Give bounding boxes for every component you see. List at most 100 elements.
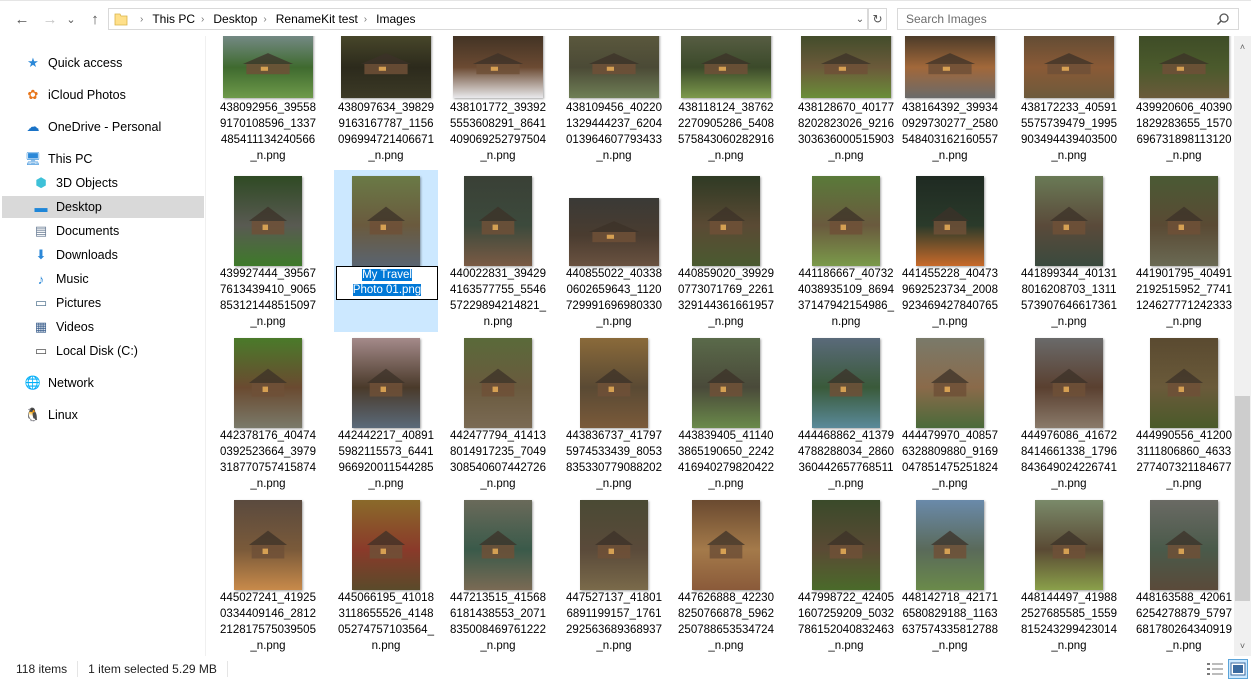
file-item[interactable]: 448163588_42061 6254278879_5797 6817802643…	[1132, 494, 1232, 656]
breadcrumb-images[interactable]: Images	[376, 12, 415, 26]
navigation-pane: ★ Quick access ✿ iCloud Photos ☁ OneDrive - P…	[0, 36, 206, 656]
file-item[interactable]: 442477794_41413 8014917235_7049 3085406074…	[446, 332, 550, 494]
cabin-image-icon	[478, 368, 518, 397]
file-item[interactable]: 439920606_40390 1829283655_1570 6967318981…	[1132, 36, 1232, 192]
sidebar-item-music[interactable]: ♪ Music	[2, 268, 204, 290]
chevron-down-icon: ⌄	[855, 13, 865, 25]
file-item[interactable]: 443836737_41797 5974533439_8053 8353307790…	[562, 332, 666, 494]
file-item[interactable]: 441455228_40473 9692523734_2008 9234694278…	[898, 170, 1002, 332]
file-item[interactable]: 444990556_41200 3111806860_4633 2774073211…	[1132, 332, 1232, 494]
file-name: 445027241_41925 0334409146_2812 2128175750…	[220, 592, 316, 652]
image-thumbnail	[453, 36, 543, 98]
pictures-icon: ▭	[34, 295, 48, 310]
refresh-icon: ↻	[872, 12, 883, 26]
music-icon: ♪	[37, 271, 45, 287]
scroll-down-button[interactable]: ˅	[1234, 637, 1251, 654]
details-view-button[interactable]	[1205, 659, 1225, 679]
refresh-button[interactable]: ↻	[868, 8, 887, 30]
file-item[interactable]: 447213515_41568 6181438553_2071 8350084697…	[446, 494, 550, 656]
vertical-scrollbar[interactable]: ˄ ˅	[1234, 36, 1251, 656]
sidebar-item-label: Linux	[48, 408, 78, 422]
forward-button[interactable]: →	[40, 9, 60, 29]
cabin-image-icon	[242, 53, 294, 75]
image-thumbnail	[1150, 338, 1218, 428]
sidebar-item-this-pc[interactable]: 🖥 This PC	[2, 148, 204, 170]
sidebar-item-videos[interactable]: ▦ Videos	[2, 316, 204, 338]
scroll-up-button[interactable]: ˄	[1234, 38, 1251, 55]
recent-locations-button[interactable]: ⌄	[64, 9, 78, 29]
status-divider	[77, 661, 79, 677]
status-bar: 118 items 1 item selected 5.29 MB	[0, 656, 1251, 682]
file-item[interactable]: 445066195_41018 3118655526_4148 0527475710…	[334, 494, 438, 656]
file-item[interactable]: 438172233_40591 5575739479_1995 9034944394…	[1017, 36, 1121, 192]
sidebar-item-onedrive-personal[interactable]: ☁ OneDrive - Personal	[2, 116, 204, 138]
icloud-photos-icon: ✿	[27, 87, 39, 102]
address-bar[interactable]: › This PC › Desktop › RenameKit test › I…	[108, 8, 868, 30]
sidebar-item-network[interactable]: 🌐 Network	[2, 372, 204, 394]
file-item[interactable]: 438097634_39829 9163167787_1156 0969947214…	[334, 36, 438, 192]
file-item[interactable]: 438092956_39558 9170108596_1337 4854111342…	[216, 36, 320, 192]
folder-icon	[114, 13, 128, 26]
file-item[interactable]: 441186667_40732 4038935109_8694 3714794215…	[794, 170, 898, 332]
image-thumbnail	[341, 36, 431, 98]
file-item[interactable]: 440859020_39929 0773071769_2261 3291443616…	[674, 170, 778, 332]
breadcrumb-this-pc[interactable]: This PC	[152, 12, 195, 26]
file-item[interactable]: 447527137_41801 6891199157_1761 2925636893…	[562, 494, 666, 656]
rename-input[interactable]: My Travel Photo 01.png	[336, 266, 438, 300]
breadcrumb-desktop[interactable]: Desktop	[213, 12, 257, 26]
cabin-image-icon	[826, 206, 866, 235]
file-item[interactable]: 444976086_41672 8414661338_1796 8436490242…	[1017, 332, 1121, 494]
sidebar-item-label: Pictures	[56, 296, 102, 310]
rename-selected-text: My Travel	[362, 269, 412, 281]
file-item[interactable]: 438128670_40177 8202823026_9216 3036360005…	[794, 36, 898, 192]
sidebar-item-desktop[interactable]: ▬ Desktop	[2, 196, 204, 218]
documents-icon: ▤	[34, 223, 48, 238]
address-dropdown-button[interactable]: ⌄	[852, 8, 868, 30]
file-item[interactable]: 445027241_41925 0334409146_2812 2128175750…	[216, 494, 320, 656]
breadcrumb-renamekit-test[interactable]: RenameKit test	[276, 12, 358, 26]
cabin-image-icon	[1049, 530, 1089, 559]
scrollbar-thumb[interactable]	[1235, 396, 1250, 601]
file-item[interactable]: 438164392_39934 0929730277_2580 5484031621…	[898, 36, 1002, 192]
sidebar-item-quick-access[interactable]: ★ Quick access	[2, 52, 204, 74]
back-button[interactable]: ←	[12, 9, 32, 29]
file-name: 443836737_41797 5974533439_8053 8353307790…	[566, 430, 662, 490]
file-item[interactable]: 439927444_39567 7613439410_9065 8531214485…	[216, 170, 320, 332]
cabin-image-icon	[594, 368, 634, 397]
image-thumbnail	[234, 500, 302, 590]
file-item[interactable]: 440022831_39429 4163577755_5546 5722989421…	[446, 170, 550, 332]
large-icons-view-button[interactable]	[1228, 659, 1248, 679]
file-item[interactable]: 440855022_40338 0602659643_1120 7299916969…	[562, 170, 666, 332]
sidebar-item-label: Quick access	[48, 56, 123, 70]
file-item[interactable]: 443839405_41140 3865190650_2242 4169402798…	[674, 332, 778, 494]
file-item[interactable]: 438109456_40220 1329444237_6204 0139646077…	[562, 36, 666, 192]
file-name: 439927444_39567 7613439410_9065 8531214485…	[220, 268, 316, 328]
sidebar-item-documents[interactable]: ▤ Documents	[2, 220, 204, 242]
file-item[interactable]: 447626888_42230 8250766878_5962 2507886535…	[674, 494, 778, 656]
file-item[interactable]: 441899344_40131 8016208703_1311 5739076466…	[1017, 170, 1121, 332]
file-item[interactable]: 442442217_40891 5982115573_6441 9669200115…	[334, 332, 438, 494]
file-item[interactable]: 444468862_41379 4788288034_2860 3604426577…	[794, 332, 898, 494]
file-item[interactable]: 447998722_42405 1607259209_5032 7861520408…	[794, 494, 898, 656]
file-name: 441455228_40473 9692523734_2008 9234694278…	[902, 268, 998, 328]
file-item[interactable]: 438101772_39392 5553608291_8641 4090692527…	[446, 36, 550, 192]
search-input[interactable]: Search Images	[897, 8, 1239, 30]
file-name: 441901795_40491 2192515952_7741 1246277712…	[1136, 268, 1232, 328]
file-name: 440855022_40338 0602659643_1120 7299916969…	[566, 268, 662, 328]
cabin-image-icon	[1164, 206, 1204, 235]
sidebar-item-local-disk-c[interactable]: ▭ Local Disk (C:)	[2, 340, 204, 362]
file-item[interactable]: 448144497_41988 2527685585_1559 8152432994…	[1017, 494, 1121, 656]
sidebar-item-downloads[interactable]: ⬇ Downloads	[2, 244, 204, 266]
file-item[interactable]: 441901795_40491 2192515952_7741 1246277712…	[1132, 170, 1232, 332]
file-item[interactable]: 444479970_40857 6328809880_9169 0478514752…	[898, 332, 1002, 494]
file-item[interactable]: My Travel Photo 01.png	[334, 170, 438, 332]
sidebar-item-pictures[interactable]: ▭ Pictures	[2, 292, 204, 314]
file-item[interactable]: 448142718_42171 6580829188_1163 6375743358…	[898, 494, 1002, 656]
file-item[interactable]: 442378176_40474 0392523664_3979 3187707574…	[216, 332, 320, 494]
sidebar-item-3d-objects[interactable]: ⬢ 3D Objects	[2, 172, 204, 194]
up-button[interactable]: ↑	[85, 9, 105, 29]
sidebar-item-linux[interactable]: 🐧 Linux	[2, 404, 204, 426]
file-item[interactable]: 438118124_38762 2270905286_5408 5758430602…	[674, 36, 778, 192]
rename-selected-text: Photo 01.png	[352, 284, 422, 296]
sidebar-item-icloud-photos[interactable]: ✿ iCloud Photos	[2, 84, 204, 106]
